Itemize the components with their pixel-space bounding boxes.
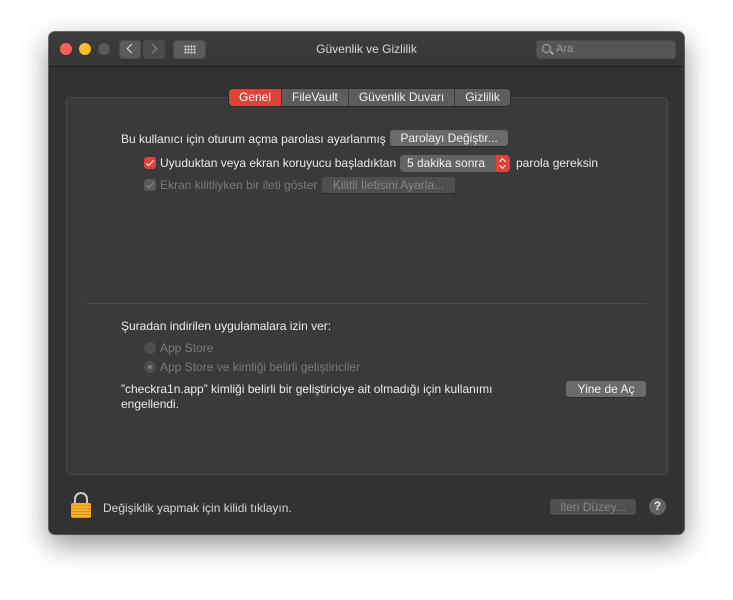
tab-genel[interactable]: Genel [229,89,282,106]
title-bar: Güvenlik ve Gizlilik [49,32,684,67]
tab-gizlilik[interactable]: Gizlilik [454,89,510,106]
require-password-label: Uyuduktan veya ekran koruyucu başladıkta… [160,156,397,170]
password-delay-value: 5 dakika sonra [407,156,486,170]
search-field[interactable] [536,40,676,59]
open-anyway-button[interactable]: Yine de Aç [566,381,646,397]
search-input[interactable] [556,41,666,57]
search-icon [542,44,551,53]
password-delay-select[interactable]: 5 dakika sonra [400,155,510,172]
require-password-checkbox[interactable] [144,157,156,169]
show-message-checkbox[interactable] [144,179,156,191]
tab-bar: Genel FileVault Güvenlik Duvarı Gizlilik [229,89,510,106]
set-lock-message-button[interactable]: Kilitli İletisini Ayarla... [322,177,455,193]
identified-developers-label: App Store ve kimliği belirli geliştirici… [160,360,361,374]
password-status-text: Bu kullanıcı için oturum açma parolası a… [121,132,386,146]
help-button[interactable]: ? [649,498,666,515]
require-password-suffix: parola gereksin [516,156,599,170]
app-store-label: App Store [160,341,214,355]
settings-panel [66,97,668,475]
preferences-window: Güvenlik ve Gizlilik Genel FileVault Güv… [49,32,684,534]
lock-button[interactable] [71,492,91,518]
app-store-radio[interactable] [144,342,156,354]
lock-instruction-text: Değişiklik yapmak için kilidi tıklayın. [103,501,292,515]
tab-guvenlik-duvari[interactable]: Güvenlik Duvarı [347,89,455,106]
tab-filevault[interactable]: FileVault [281,89,348,106]
show-message-label: Ekran kilitliyken bir ileti göster [160,178,318,192]
advanced-button[interactable]: İleri Düzey... [550,499,636,515]
section-divider [86,303,646,304]
change-password-button[interactable]: Parolayı Değiştir... [390,130,508,146]
blocked-app-message-line2: engellendi. [121,397,180,411]
downloads-heading: Şuradan indirilen uygulamalara izin ver: [121,319,332,333]
identified-developers-radio[interactable] [144,361,156,373]
blocked-app-message-line1: ”checkra1n.app” kimliği belirli bir geli… [121,382,493,396]
updown-arrows-icon [496,155,510,172]
